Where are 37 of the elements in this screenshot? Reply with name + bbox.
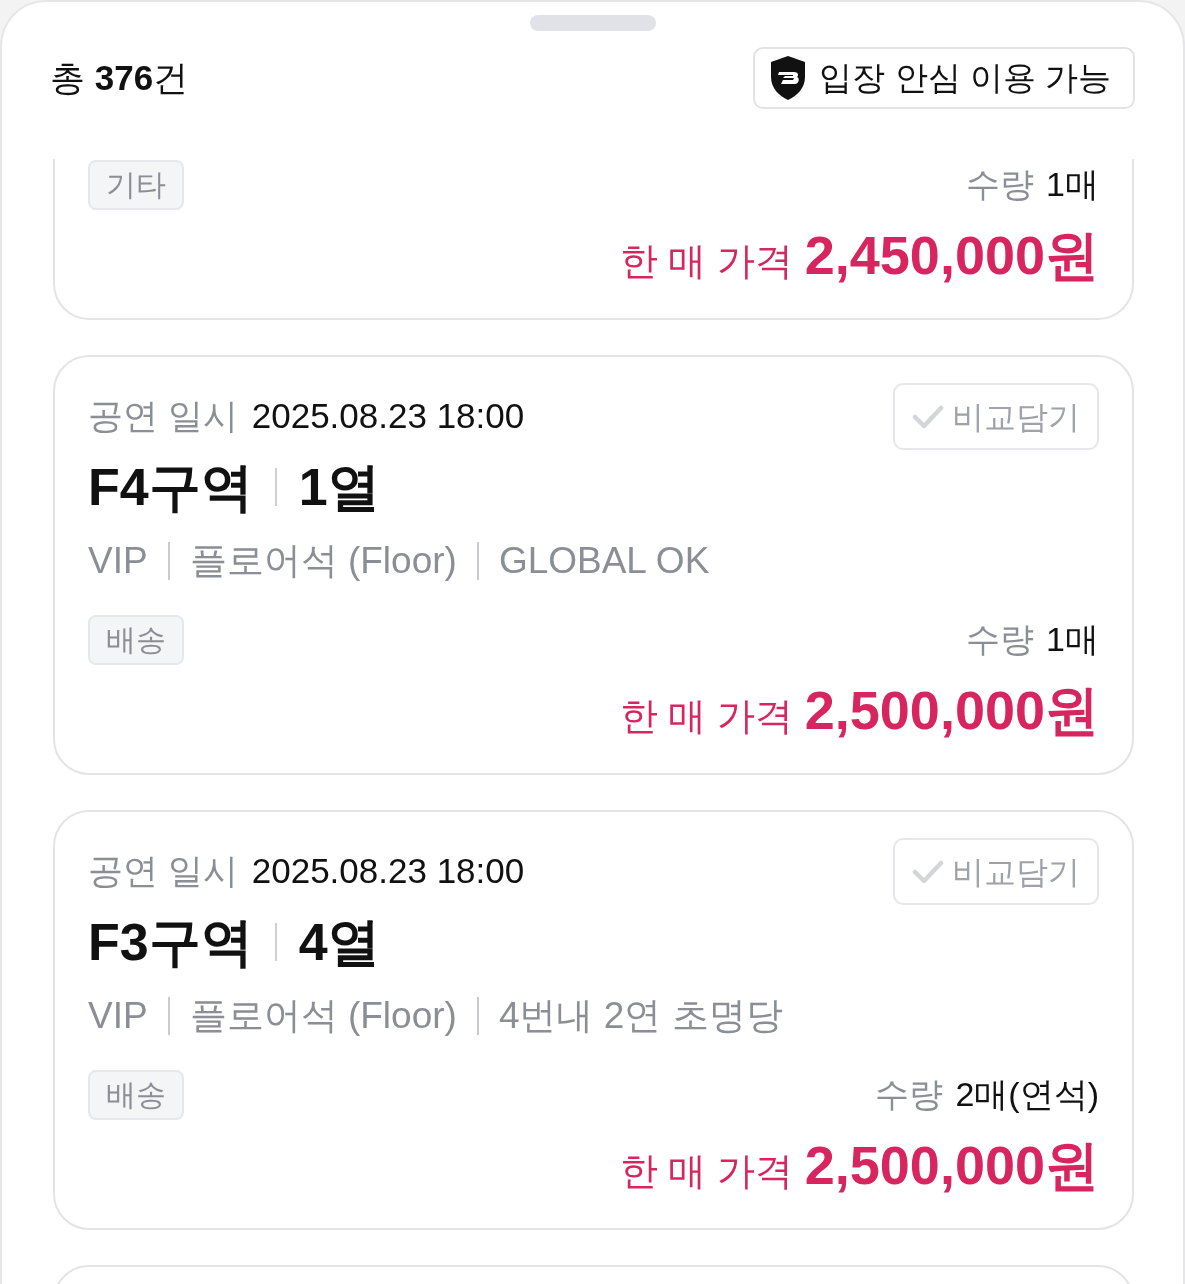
price-label: 한 매 가격 xyxy=(619,694,793,739)
seat-detail: VIP xyxy=(88,539,148,584)
safe-entry-label: 입장 안심 이용 가능 xyxy=(819,58,1112,99)
delivery-tag: 배송 xyxy=(88,614,184,665)
section-title: F3구역 xyxy=(88,912,253,973)
seat-detail: 플로어석 (Floor) xyxy=(189,994,457,1039)
quantity-value: 1매 xyxy=(1046,619,1099,660)
seat-detail: 4번내 2연 초명당 xyxy=(498,994,783,1039)
date-label: 공연 일시 xyxy=(88,850,238,893)
quantity-value: 2매(연석) xyxy=(955,1074,1099,1115)
section-title: F4구역 xyxy=(88,457,253,518)
seat-detail: 플로어석 (Floor) xyxy=(189,539,457,584)
seat-detail: GLOBAL OK xyxy=(498,539,710,584)
quantity-label: 수량 xyxy=(966,164,1035,205)
date-value: 2025.08.23 18:00 xyxy=(251,395,525,438)
date-label: 공연 일시 xyxy=(88,395,238,438)
price-label: 한 매 가격 xyxy=(619,1149,793,1194)
delivery-tag: 배송 xyxy=(88,1069,184,1120)
total-count: 총 376건 xyxy=(50,56,189,99)
seat-detail: VIP xyxy=(88,994,148,1039)
shield-icon xyxy=(769,55,808,101)
price-value: 2,450,000원 xyxy=(804,224,1099,286)
date-value: 2025.08.23 18:00 xyxy=(251,850,525,893)
delivery-tag: 기타 xyxy=(88,159,184,210)
price-value: 2,500,000원 xyxy=(804,1134,1099,1196)
quantity-label: 수량 xyxy=(875,1074,944,1115)
check-icon xyxy=(912,859,944,884)
price-label: 한 매 가격 xyxy=(619,239,793,284)
row-title: 4열 xyxy=(298,912,380,973)
drag-handle[interactable] xyxy=(529,15,656,31)
check-icon xyxy=(912,404,944,429)
row-title: 1열 xyxy=(298,457,380,518)
price-value: 2,500,000원 xyxy=(804,679,1099,741)
quantity-value: 1매 xyxy=(1046,164,1099,205)
compare-button[interactable]: 비교담기 xyxy=(893,383,1099,450)
quantity-label: 수량 xyxy=(966,619,1035,660)
compare-button[interactable]: 비교담기 xyxy=(893,838,1099,905)
